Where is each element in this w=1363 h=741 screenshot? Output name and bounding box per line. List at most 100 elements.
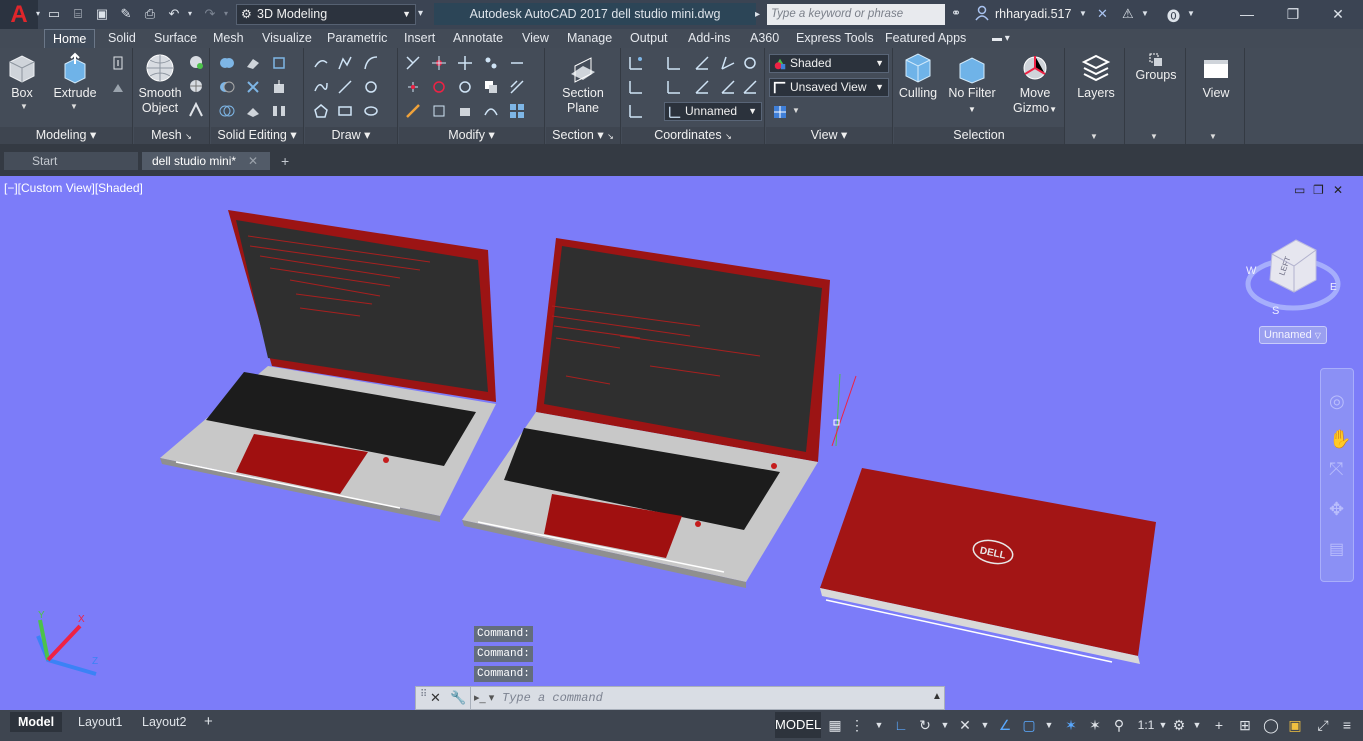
redo-dropdown-icon[interactable]: ▾ <box>218 6 234 22</box>
binoculars-icon[interactable]: ⚭ <box>951 6 961 20</box>
fillet-icon[interactable] <box>509 55 525 71</box>
ucs-world-icon[interactable] <box>628 79 644 95</box>
culling-button[interactable]: Culling <box>896 52 940 101</box>
command-input[interactable]: Type a command <box>502 691 603 705</box>
extract-edges-icon[interactable] <box>271 55 287 71</box>
ucs-view-icon[interactable] <box>742 55 758 71</box>
gizmo-dropdown-icon[interactable]: ▼ <box>1049 105 1057 114</box>
user-icon[interactable] <box>975 5 989 21</box>
laptop-open-left[interactable] <box>160 210 496 522</box>
move-gizmo-button[interactable]: Move Gizmo▼ <box>1012 52 1058 117</box>
array-icon[interactable] <box>483 55 499 71</box>
redo-icon[interactable]: ↷ <box>202 6 218 22</box>
new-layout-icon[interactable]: + <box>204 712 213 732</box>
view-tools-button[interactable]: View <box>1193 52 1239 101</box>
ray-icon[interactable] <box>337 79 353 95</box>
user-dropdown-icon[interactable]: ▼ <box>1079 9 1087 18</box>
slice-icon[interactable] <box>245 55 261 71</box>
new-file-icon[interactable]: ▭ <box>46 6 62 22</box>
zoom-icon[interactable]: ⤧ <box>1329 459 1343 480</box>
undo-icon[interactable]: ↶ <box>166 6 182 22</box>
erase-icon[interactable] <box>483 103 499 119</box>
ucs-zaxis-icon[interactable] <box>694 55 710 71</box>
model-layout-tab[interactable]: Model <box>10 712 63 732</box>
array-rect-icon[interactable] <box>509 103 525 119</box>
layout2-tab[interactable]: Layout2 <box>136 712 192 732</box>
modify-panel-title[interactable]: Modify ▾ <box>399 127 544 144</box>
viewcube[interactable]: LEFT W S E <box>1245 239 1341 317</box>
ucs-object-icon[interactable] <box>742 79 758 95</box>
offset-icon[interactable] <box>509 79 525 95</box>
smooth-object-button[interactable]: Smooth Object <box>136 52 184 116</box>
arc-icon[interactable] <box>363 55 379 71</box>
tab-view[interactable]: View <box>522 29 549 48</box>
tab-solid[interactable]: Solid <box>108 29 136 48</box>
showmotion-icon[interactable]: ▤ <box>1329 539 1344 559</box>
snap-dropdown-icon[interactable]: ▼ <box>870 716 888 734</box>
drawing-viewport[interactable]: [−][Custom View][Shaded] ▭ ❐ ✕ DELL Y X … <box>0 176 1363 710</box>
ucs-icon[interactable] <box>628 55 644 71</box>
customization-icon[interactable]: ≡ <box>1338 716 1356 734</box>
interfere-icon[interactable] <box>245 79 261 95</box>
ucs-y-icon[interactable] <box>694 79 710 95</box>
no-filter-button[interactable]: No Filter ▼ <box>946 52 998 117</box>
object-snap-tracking-icon[interactable]: ∠ <box>996 716 1014 734</box>
extrude-button[interactable]: Extrude <box>52 52 98 101</box>
union-icon[interactable] <box>219 55 235 71</box>
ucs-named-dropdown[interactable]: Unnamed ▼ <box>664 102 762 121</box>
crease-icon[interactable] <box>188 102 204 118</box>
visual-style-dropdown[interactable]: Shaded ▼ <box>769 54 889 73</box>
user-name[interactable]: rhharyadi.517 <box>995 7 1071 21</box>
modeling-panel-title[interactable]: Modeling ▾ <box>0 127 132 144</box>
isodraft-icon[interactable]: ✕ <box>956 716 974 734</box>
polar-dropdown-icon[interactable]: ▼ <box>936 716 954 734</box>
layers-button[interactable]: Layers <box>1072 52 1120 101</box>
search-input[interactable]: Type a keyword or phrase <box>767 4 945 25</box>
explode-icon[interactable] <box>457 103 473 119</box>
tab-featured-apps[interactable]: Featured Apps <box>885 29 966 48</box>
laptop-open-middle[interactable] <box>462 238 830 588</box>
circle-icon[interactable] <box>363 79 379 95</box>
grid-icon[interactable]: ▦ <box>826 716 844 734</box>
smooth-more-icon[interactable] <box>188 54 204 70</box>
polygon-icon[interactable] <box>313 103 329 119</box>
a360-icon[interactable]: ⚠ <box>1122 6 1134 22</box>
start-tab[interactable]: Start <box>4 152 138 170</box>
command-grip-icon[interactable]: ⠿ <box>420 689 427 700</box>
help-icon[interactable]: ⓿ <box>1167 6 1180 25</box>
move-icon[interactable] <box>457 55 473 71</box>
presspull-icon[interactable] <box>110 55 126 71</box>
tab-insert[interactable]: Insert <box>404 29 435 48</box>
copy-icon[interactable] <box>483 79 499 95</box>
clean-screen-icon[interactable]: ⤢ <box>1314 716 1332 734</box>
customize-wrench-icon[interactable]: 🔧 <box>450 690 466 706</box>
ortho-icon[interactable]: ∟ <box>892 716 910 734</box>
ucs-z-icon[interactable] <box>720 79 736 95</box>
command-prompt-icon[interactable]: ▸_ ▾ <box>474 691 494 704</box>
object-snap-dropdown-icon[interactable]: ▼ <box>1040 716 1058 734</box>
rectangle-icon[interactable] <box>337 103 353 119</box>
draw-panel-title[interactable]: Draw ▾ <box>305 127 397 144</box>
plot-icon[interactable]: ⎙ <box>142 6 158 22</box>
intersect-icon[interactable] <box>219 103 235 119</box>
extrude-faces-icon[interactable] <box>271 79 287 95</box>
named-view-dropdown[interactable]: Unsaved View ▼ <box>769 78 889 97</box>
no-filter-dropdown-icon[interactable]: ▼ <box>968 105 976 114</box>
line-icon[interactable] <box>313 55 329 71</box>
save-icon[interactable]: ▣ <box>94 6 110 22</box>
exchange-icon[interactable]: ✕ <box>1097 6 1108 22</box>
mesh-panel-title[interactable]: Mesh ↘ <box>134 127 209 144</box>
ribbon-options-icon[interactable]: ▬ ▾ <box>992 29 1010 48</box>
ucs-x-icon[interactable] <box>666 79 682 95</box>
tab-express-tools[interactable]: Express Tools <box>796 29 874 48</box>
box-button[interactable]: Box <box>4 52 40 101</box>
app-menu-arrow-icon[interactable]: ▾ <box>30 6 46 22</box>
ucs-name-menu[interactable]: Unnamed ▽ <box>1259 326 1327 344</box>
polyline-icon[interactable] <box>337 55 353 71</box>
tab-mesh[interactable]: Mesh <box>213 29 244 48</box>
close-icon[interactable]: ✕ <box>430 690 441 706</box>
scale-icon[interactable] <box>405 103 421 119</box>
auto-scale-icon[interactable]: ✶ <box>1086 716 1104 734</box>
undo-dropdown-icon[interactable]: ▾ <box>182 6 198 22</box>
open-file-icon[interactable]: ⌸ <box>70 6 86 22</box>
